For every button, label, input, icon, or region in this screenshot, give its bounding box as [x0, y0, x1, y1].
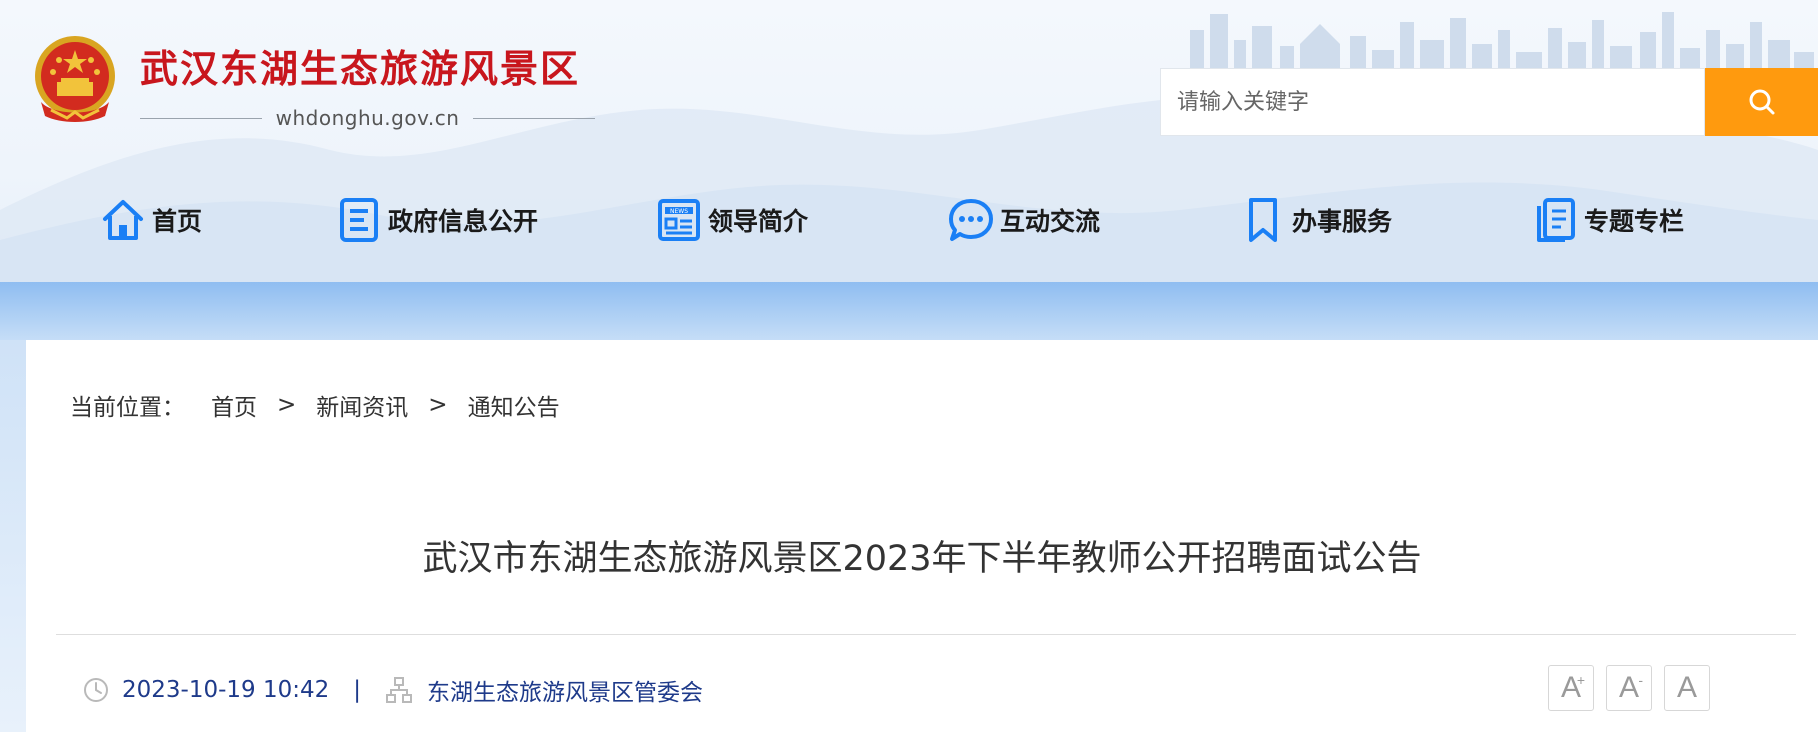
nav-label: 办事服务 — [1292, 207, 1393, 236]
breadcrumb: 当前位置： 首页 > 新闻资讯 > 通知公告 — [70, 388, 560, 422]
svg-text:NEWS: NEWS — [670, 208, 688, 215]
site-domain-row: whdonghu.gov.cn — [140, 104, 596, 132]
nav-label: 首页 — [152, 207, 203, 236]
font-size-tools: A + A- A — [1548, 665, 1710, 711]
clock-icon — [84, 678, 108, 702]
breadcrumb-separator: > — [428, 392, 448, 418]
content-panel: 当前位置： 首页 > 新闻资讯 > 通知公告 武汉市东湖生态旅游风景区2023年… — [26, 340, 1818, 732]
nav-label: 政府信息公开 — [388, 207, 539, 236]
breadcrumb-separator: > — [277, 392, 297, 418]
pages-icon — [1532, 195, 1578, 245]
search-button[interactable] — [1705, 68, 1818, 136]
nav-label: 互动交流 — [1000, 207, 1101, 236]
font-reset-label: A — [1676, 671, 1697, 704]
font-reset-button[interactable]: A — [1664, 665, 1710, 711]
side-gutter — [0, 340, 26, 732]
chat-icon — [948, 195, 994, 245]
font-increase-button[interactable]: A + — [1548, 665, 1594, 711]
title-divider — [56, 634, 1796, 635]
news-icon: NEWS — [656, 195, 702, 245]
nav-item-services[interactable]: 办事服务 — [1240, 190, 1392, 250]
search-input[interactable] — [1160, 68, 1705, 136]
document-icon — [336, 195, 382, 245]
site-header: 武汉东湖生态旅游风景区 whdonghu.gov.cn 首页 — [0, 0, 1818, 282]
site-title[interactable]: 武汉东湖生态旅游风景区 — [140, 38, 580, 93]
domain-divider-right — [473, 117, 596, 119]
search-icon — [1749, 89, 1774, 115]
nav-item-topics[interactable]: 专题专栏 — [1532, 190, 1684, 250]
font-decrease-label: A — [1618, 671, 1639, 704]
site-domain: whdonghu.gov.cn — [275, 106, 460, 130]
minus-icon: - — [1638, 672, 1643, 688]
article-meta: 2023-10-19 10:42 | 东湖生态旅游风景区管委会 — [82, 670, 703, 710]
home-icon — [100, 195, 146, 245]
breadcrumb-notice-link[interactable]: 通知公告 — [468, 388, 560, 422]
organization-icon — [386, 677, 413, 703]
publish-date: 2023-10-19 10:42 — [122, 677, 330, 703]
nav-label: 领导简介 — [708, 207, 809, 236]
article-source: 东湖生态旅游风景区管委会 — [427, 680, 704, 706]
national-emblem-logo — [35, 36, 115, 122]
nav-item-home[interactable]: 首页 — [100, 190, 202, 250]
nav-item-leaders[interactable]: NEWS 领导简介 — [656, 190, 808, 250]
font-decrease-button[interactable]: A- — [1606, 665, 1652, 711]
breadcrumb-prefix: 当前位置： — [70, 395, 185, 421]
bookmark-icon — [1240, 195, 1286, 245]
nav-item-interaction[interactable]: 互动交流 — [948, 190, 1100, 250]
nav-label: 专题专栏 — [1584, 207, 1685, 236]
plus-icon: + — [1576, 672, 1585, 688]
meta-separator: | — [353, 677, 362, 703]
breadcrumb-news-link[interactable]: 新闻资讯 — [316, 388, 408, 422]
nav-item-gov-info[interactable]: 政府信息公开 — [336, 190, 538, 250]
domain-divider-left — [140, 117, 262, 119]
breadcrumb-home-link[interactable]: 首页 — [211, 388, 257, 422]
article-title: 武汉市东湖生态旅游风景区2023年下半年教师公开招聘面试公告 — [422, 539, 1422, 579]
main-navigation: 首页 政府信息公开 NEWS 领导简介 互动交流 办事服务 专题专栏 — [0, 190, 1818, 250]
